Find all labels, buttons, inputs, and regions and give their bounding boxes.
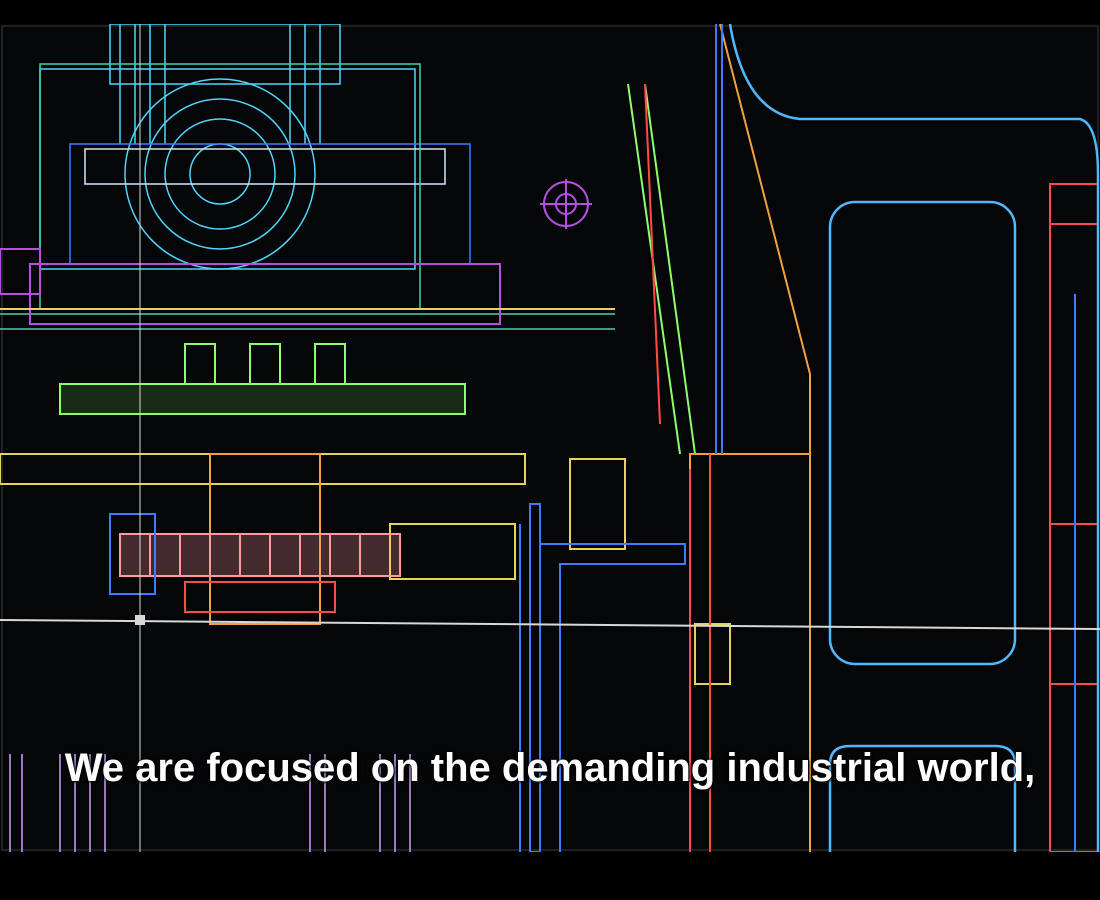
structure-yellow bbox=[0, 308, 731, 685]
gear-pink bbox=[119, 533, 401, 577]
video-frame: We are focused on the demanding industri… bbox=[0, 24, 1100, 852]
letterbox-top bbox=[0, 0, 1100, 24]
gear-assembly-top bbox=[39, 24, 471, 270]
frame-teal bbox=[0, 63, 615, 330]
cad-drawing bbox=[0, 24, 1100, 852]
structure-orange bbox=[209, 24, 811, 852]
video-caption: We are focused on the demanding industri… bbox=[64, 746, 1036, 790]
crosshair-lines bbox=[0, 24, 1100, 852]
outline-lightblue bbox=[728, 24, 1100, 852]
lines-blue bbox=[109, 24, 1076, 852]
letterbox-bottom bbox=[0, 852, 1100, 900]
bearing-magenta bbox=[0, 179, 592, 325]
parts-red bbox=[184, 83, 1099, 852]
